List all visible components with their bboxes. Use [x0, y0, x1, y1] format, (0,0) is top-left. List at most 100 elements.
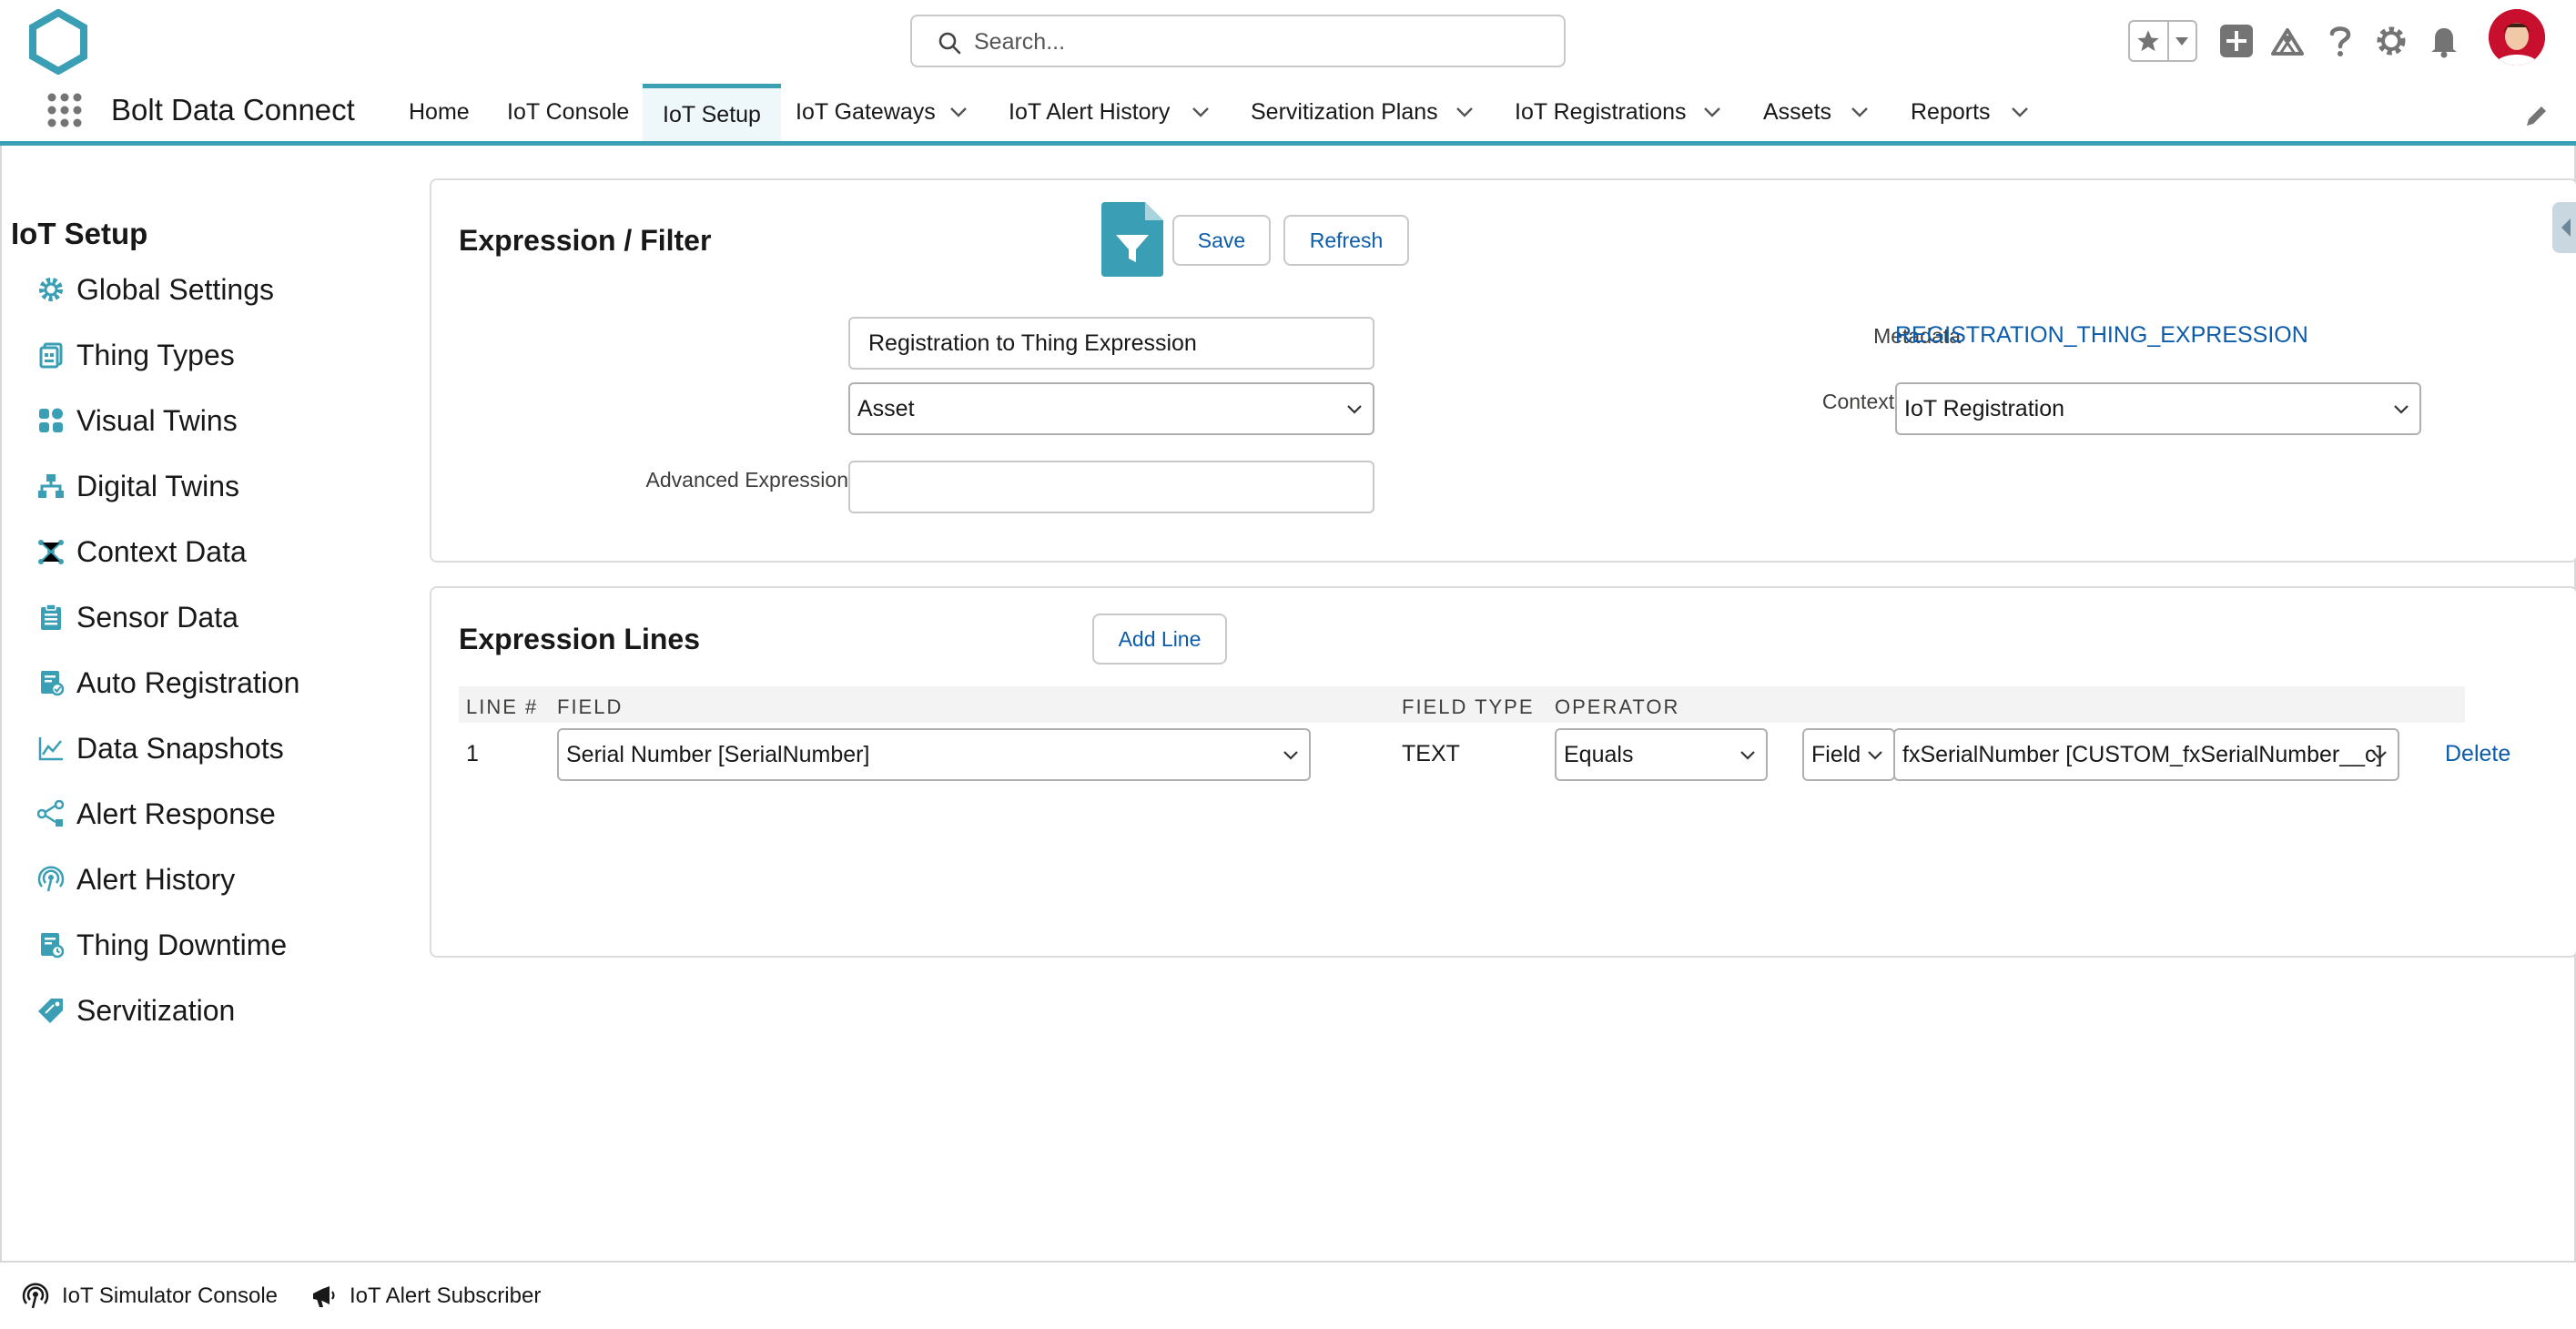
expression-filter-title: Expression / Filter [459, 224, 712, 257]
sidebar-item-auto-registration[interactable]: Auto Registration [36, 659, 299, 706]
chevron-down-icon[interactable] [1455, 102, 1475, 122]
sidebar-item-data-snapshots[interactable]: Data Snapshots [36, 725, 284, 772]
context-object-select-value: IoT Registration [1904, 395, 2065, 421]
nav-tab-iot-registrations[interactable]: IoT Registrations [1515, 84, 1687, 141]
thing-types-icon [36, 340, 66, 370]
column-header-line: LINE # [466, 695, 539, 718]
save-button[interactable]: Save [1172, 215, 1271, 266]
downtime-icon [36, 930, 66, 959]
sidebar-item-servitization[interactable]: Servitization [36, 987, 235, 1034]
delete-link[interactable]: Delete [2445, 741, 2510, 767]
flow-icon [36, 799, 66, 828]
object-select[interactable]: Asset [848, 382, 1374, 435]
gear-icon [36, 275, 66, 304]
global-header [0, 0, 2576, 84]
nav-tab-iot-console[interactable]: IoT Console [507, 84, 629, 141]
app-launcher-icon[interactable] [46, 91, 84, 129]
nav-tab-iot-setup[interactable]: IoT Setup [643, 84, 781, 141]
bell-icon[interactable] [2425, 22, 2463, 60]
field-type-value: TEXT [1402, 741, 1460, 766]
help-icon[interactable] [2321, 22, 2359, 60]
utility-item-iot-simulator-console[interactable]: IoT Simulator Console [22, 1283, 278, 1310]
sidebar-item-alert-response[interactable]: Alert Response [36, 790, 276, 837]
expression-filter-card: Expression / Filter Save Refresh Label R… [430, 178, 2576, 563]
sidebar-item-label: Servitization [76, 993, 236, 1027]
utility-item-iot-alert-subscriber[interactable]: IoT Alert Subscriber [309, 1283, 541, 1310]
sidebar-item-label: Data Snapshots [76, 731, 284, 765]
registration-icon [36, 668, 66, 697]
chevron-down-icon[interactable] [1850, 102, 1870, 122]
column-header-field-type: FIELD TYPE [1402, 695, 1535, 718]
trailhead-icon[interactable] [2268, 22, 2307, 60]
chevron-down-icon [1868, 751, 1882, 760]
field-select-value: Serial Number [SerialNumber] [566, 741, 870, 767]
pencil-icon[interactable] [2523, 102, 2551, 129]
sidebar-item-thing-downtime[interactable]: Thing Downtime [36, 921, 287, 969]
value-select[interactable]: fxSerialNumber [CUSTOM_fxSerialNumber__c… [1893, 728, 2399, 781]
sidebar-item-visual-twins[interactable]: Visual Twins [36, 397, 238, 444]
star-icon[interactable] [2130, 22, 2169, 60]
chevron-down-icon [2372, 751, 2387, 760]
nav-tab-iot-alert-history[interactable]: IoT Alert History [1009, 84, 1170, 141]
sidebar-item-thing-types[interactable]: Thing Types [36, 331, 235, 379]
hierarchy-icon [36, 472, 66, 501]
plus-icon[interactable] [2217, 22, 2256, 60]
app-name: Bolt Data Connect [111, 93, 355, 127]
advanced-expression-label: Advanced Expression [645, 468, 848, 492]
value-type-select[interactable]: Field [1802, 728, 1895, 781]
add-line-button[interactable]: Add Line [1092, 614, 1227, 664]
signal-icon [22, 1283, 49, 1309]
panel-toggle-tab[interactable] [2552, 202, 2576, 253]
sidebar-item-label: Auto Registration [76, 665, 300, 699]
sidebar-item-label: Global Settings [76, 272, 275, 306]
search-icon [938, 32, 961, 55]
search-box[interactable] [910, 15, 1566, 67]
announcement-icon [313, 1286, 335, 1307]
object-select-value: Asset [857, 395, 915, 421]
chevron-down-icon[interactable] [1191, 102, 1211, 122]
context-object-select[interactable]: IoT Registration [1895, 382, 2421, 435]
nav-tab-assets[interactable]: Assets [1763, 84, 1831, 141]
chevron-down-icon [1347, 405, 1362, 414]
utility-item-label: IoT Simulator Console [62, 1283, 278, 1308]
nav-tab-servitization-plans[interactable]: Servitization Plans [1251, 84, 1438, 141]
chevron-down-icon [1740, 751, 1755, 760]
sidebar-item-alert-history[interactable]: Alert History [36, 856, 235, 903]
grid-icon [36, 406, 66, 435]
advanced-expression-input[interactable] [848, 461, 1374, 513]
avatar[interactable] [2489, 9, 2545, 66]
chevron-down-icon[interactable] [2169, 22, 2196, 60]
sidebar-item-sensor-data[interactable]: Sensor Data [36, 593, 238, 641]
table-row: 1 Serial Number [SerialNumber] TEXT Equa… [459, 725, 2552, 785]
column-header-field: FIELD [557, 695, 624, 718]
label-input[interactable]: Registration to Thing Expression [848, 317, 1374, 370]
sidebar-item-label: Alert Response [76, 796, 276, 830]
logo-icon[interactable] [27, 9, 89, 75]
sidebar-item-context-data[interactable]: Context Data [36, 528, 247, 575]
nav-tab-reports[interactable]: Reports [1911, 84, 1991, 141]
utility-bar: IoT Simulator Console IoT Alert Subscrib… [0, 1261, 2576, 1329]
nav-tab-iot-gateways[interactable]: IoT Gateways [796, 84, 936, 141]
gear-icon[interactable] [2372, 22, 2410, 60]
sidebar-item-label: Alert History [76, 862, 236, 896]
refresh-button[interactable]: Refresh [1283, 215, 1409, 266]
value-type-select-value: Field [1811, 741, 1861, 767]
network-icon [36, 537, 66, 566]
chevron-down-icon[interactable] [948, 102, 969, 122]
field-select[interactable]: Serial Number [SerialNumber] [557, 728, 1311, 781]
nav-tab-home[interactable]: Home [409, 84, 470, 141]
chevron-down-icon[interactable] [1702, 102, 1722, 122]
chevron-down-icon[interactable] [2010, 102, 2030, 122]
filter-file-icon [1101, 202, 1163, 277]
nav-bar: Bolt Data Connect Home IoT Console IoT S… [0, 84, 2576, 146]
sidebar-item-label: Thing Downtime [76, 928, 288, 961]
favorites-button-group[interactable] [2128, 20, 2197, 62]
sidebar-item-label: Sensor Data [76, 600, 238, 634]
operator-select[interactable]: Equals [1555, 728, 1768, 781]
column-header-operator: OPERATOR [1555, 695, 1680, 718]
sidebar-item-label: Digital Twins [76, 469, 240, 502]
clipboard-icon [36, 603, 66, 632]
sidebar-item-global-settings[interactable]: Global Settings [36, 266, 274, 313]
sidebar-item-digital-twins[interactable]: Digital Twins [36, 462, 239, 510]
search-input[interactable] [974, 24, 1538, 60]
